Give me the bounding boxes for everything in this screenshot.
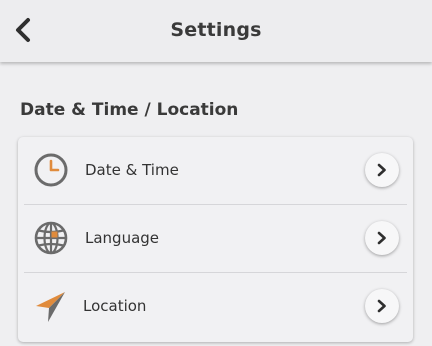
globe-icon xyxy=(34,221,68,255)
settings-card: Date & Time Language Location xyxy=(18,137,413,342)
clock-icon xyxy=(34,153,68,187)
settings-row-location[interactable]: Location xyxy=(18,273,413,340)
chevron-right-icon xyxy=(377,299,386,313)
row-chevron-button[interactable] xyxy=(365,153,399,187)
settings-row-label: Location xyxy=(83,297,147,315)
page-title: Settings xyxy=(170,19,262,41)
settings-row-label: Date & Time xyxy=(85,161,179,179)
chevron-right-icon xyxy=(377,231,386,245)
row-chevron-button[interactable] xyxy=(365,221,399,255)
settings-row-language[interactable]: Language xyxy=(18,205,413,272)
settings-row-date-time[interactable]: Date & Time xyxy=(18,137,413,204)
navigation-arrow-icon xyxy=(36,292,65,322)
top-bar: Settings xyxy=(0,0,432,62)
chevron-right-icon xyxy=(377,163,386,177)
settings-row-label: Language xyxy=(85,229,160,247)
row-chevron-button[interactable] xyxy=(365,289,399,323)
section-title: Date & Time / Location xyxy=(20,100,239,120)
